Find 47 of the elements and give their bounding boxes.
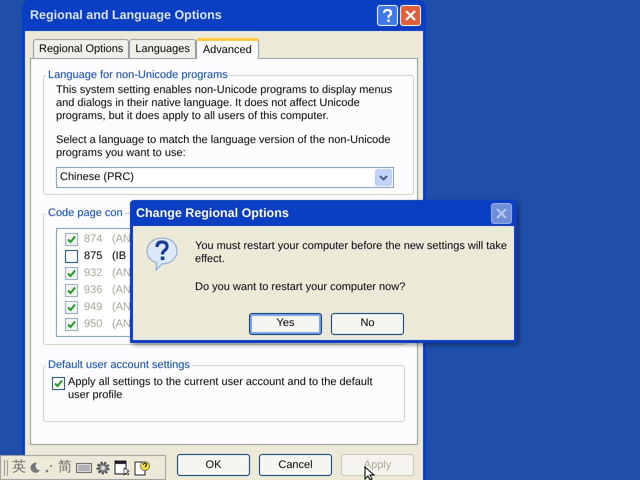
input-mode-indicator[interactable]: 英: [12, 457, 26, 478]
description-text: This system setting enables non-Unicode programs to display menus and dialogs in their native language. It does not affect Unicode programs, but it does apply to all users of this computer.: [56, 84, 394, 122]
code-page-description: (AN: [112, 232, 131, 247]
code-page-number: 874: [84, 232, 104, 247]
window-title: Regional and Language Options: [30, 7, 222, 24]
dialog-button[interactable]: Cancel: [259, 454, 332, 476]
help-button[interactable]: [377, 5, 398, 26]
tab[interactable]: Advanced: [196, 38, 259, 59]
window-icon[interactable]: [114, 460, 130, 476]
gear-icon[interactable]: [96, 460, 110, 474]
code-page-description: (IB: [112, 248, 126, 264]
help-icon: [382, 9, 393, 22]
punctuation-icon[interactable]: [45, 462, 54, 472]
grip-icon[interactable]: [4, 460, 8, 476]
group-title: Default user account settings: [47, 358, 191, 373]
group-title: Code page con: [47, 206, 124, 221]
code-page-number: 950: [84, 316, 104, 332]
dialog-button[interactable]: OK: [177, 454, 250, 476]
question-text: Do you want to restart your computer now?: [195, 280, 406, 295]
code-page-number: 936: [84, 282, 104, 298]
language-dropdown[interactable]: Chinese (PRC): [56, 166, 394, 188]
code-page-number: 949: [84, 300, 104, 315]
group-title: Language for non-Unicode programs: [47, 68, 229, 83]
prompt-text: Select a language to match the language version of the non-Unicode programs you want to use:: [56, 134, 392, 160]
dialog-title: Change Regional Options: [136, 204, 289, 222]
keyboard-icon[interactable]: [76, 462, 92, 472]
close-icon: [496, 208, 507, 218]
help-icon[interactable]: [134, 460, 150, 476]
code-page-number: 875: [84, 248, 104, 264]
code-page-description: (AN: [112, 266, 131, 281]
code-page-number: 932: [84, 266, 104, 281]
close-button[interactable]: [491, 202, 512, 224]
moon-icon[interactable]: [30, 462, 41, 473]
tab[interactable]: Regional Options: [33, 39, 130, 58]
checkbox[interactable]: [52, 376, 65, 390]
dialog-button[interactable]: No: [331, 312, 404, 334]
checkbox[interactable]: [65, 250, 78, 262]
message-text: You must restart your computer before the new settings will take effect.: [195, 240, 508, 266]
code-page-description: (AN: [112, 316, 131, 332]
dialog-button[interactable]: Yes: [249, 312, 322, 334]
tab[interactable]: Languages: [129, 39, 196, 58]
checkbox-label: Apply all settings to the current user account and to the default user profile: [68, 376, 374, 402]
script-indicator[interactable]: 简: [58, 457, 72, 478]
code-page-description: (AN: [112, 282, 131, 298]
close-icon: [405, 10, 416, 21]
code-page-description: (AN: [112, 300, 131, 315]
question-icon: [145, 236, 179, 272]
